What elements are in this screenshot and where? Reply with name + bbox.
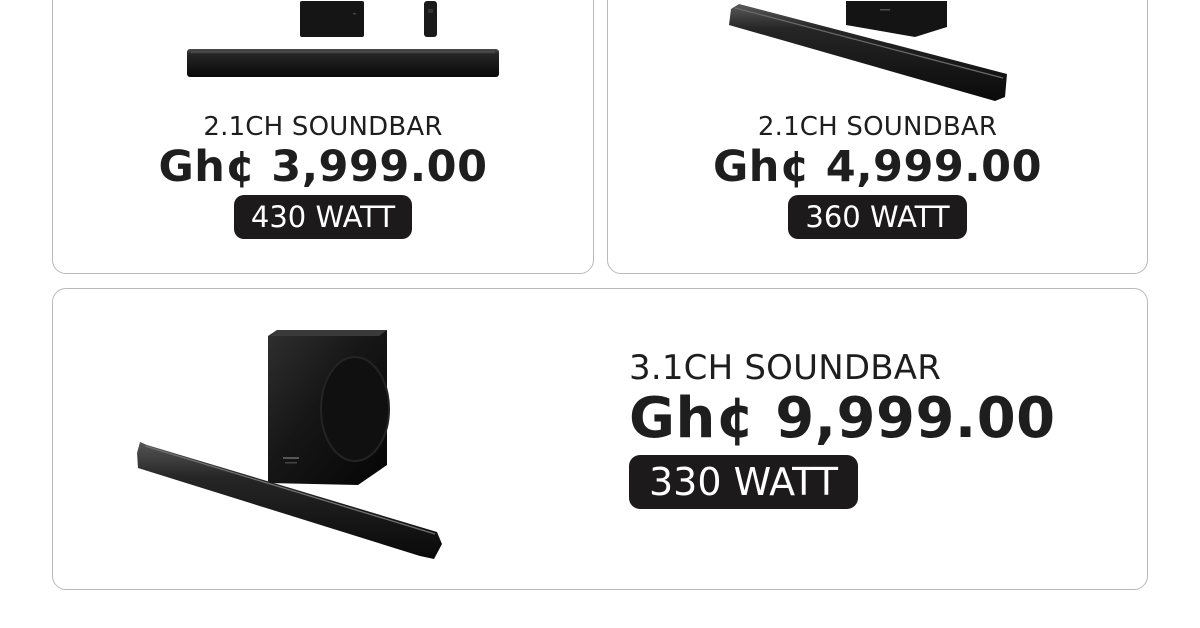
product-name: 2.1CH SOUNDBAR (757, 112, 998, 142)
soundbar-with-subwoofer-image (137, 330, 442, 559)
product-card: 3.1CH SOUNDBAR Gh¢ 9,999.00 330 WATT (52, 288, 1148, 590)
product-info: 2.1CH SOUNDBAR Gh¢ 4,999.00 360 WATT (608, 112, 1147, 239)
product-card: 2.1CH SOUNDBAR Gh¢ 3,999.00 430 WATT (52, 0, 594, 274)
soundbar-offers-page: 2.1CH SOUNDBAR Gh¢ 3,999.00 430 WATT 2.1… (0, 0, 1200, 628)
product-card: 2.1CH SOUNDBAR Gh¢ 4,999.00 360 WATT (607, 0, 1148, 274)
product-name: 3.1CH SOUNDBAR (629, 348, 942, 388)
product-price: Gh¢ 4,999.00 (713, 142, 1042, 192)
product-info: 3.1CH SOUNDBAR Gh¢ 9,999.00 330 WATT (629, 349, 1056, 509)
product-info: 2.1CH SOUNDBAR Gh¢ 3,999.00 430 WATT (53, 112, 593, 239)
soundbar-with-subwoofer-image (187, 1, 499, 77)
product-price: Gh¢ 3,999.00 (158, 142, 488, 192)
power-badge: 360 WATT (788, 195, 967, 239)
product-name: 2.1CH SOUNDBAR (203, 112, 443, 142)
product-price: Gh¢ 9,999.00 (629, 386, 1056, 451)
power-badge: 430 WATT (233, 195, 413, 239)
power-badge: 330 WATT (629, 455, 858, 509)
soundbar-with-subwoofer-image (729, 1, 1007, 101)
